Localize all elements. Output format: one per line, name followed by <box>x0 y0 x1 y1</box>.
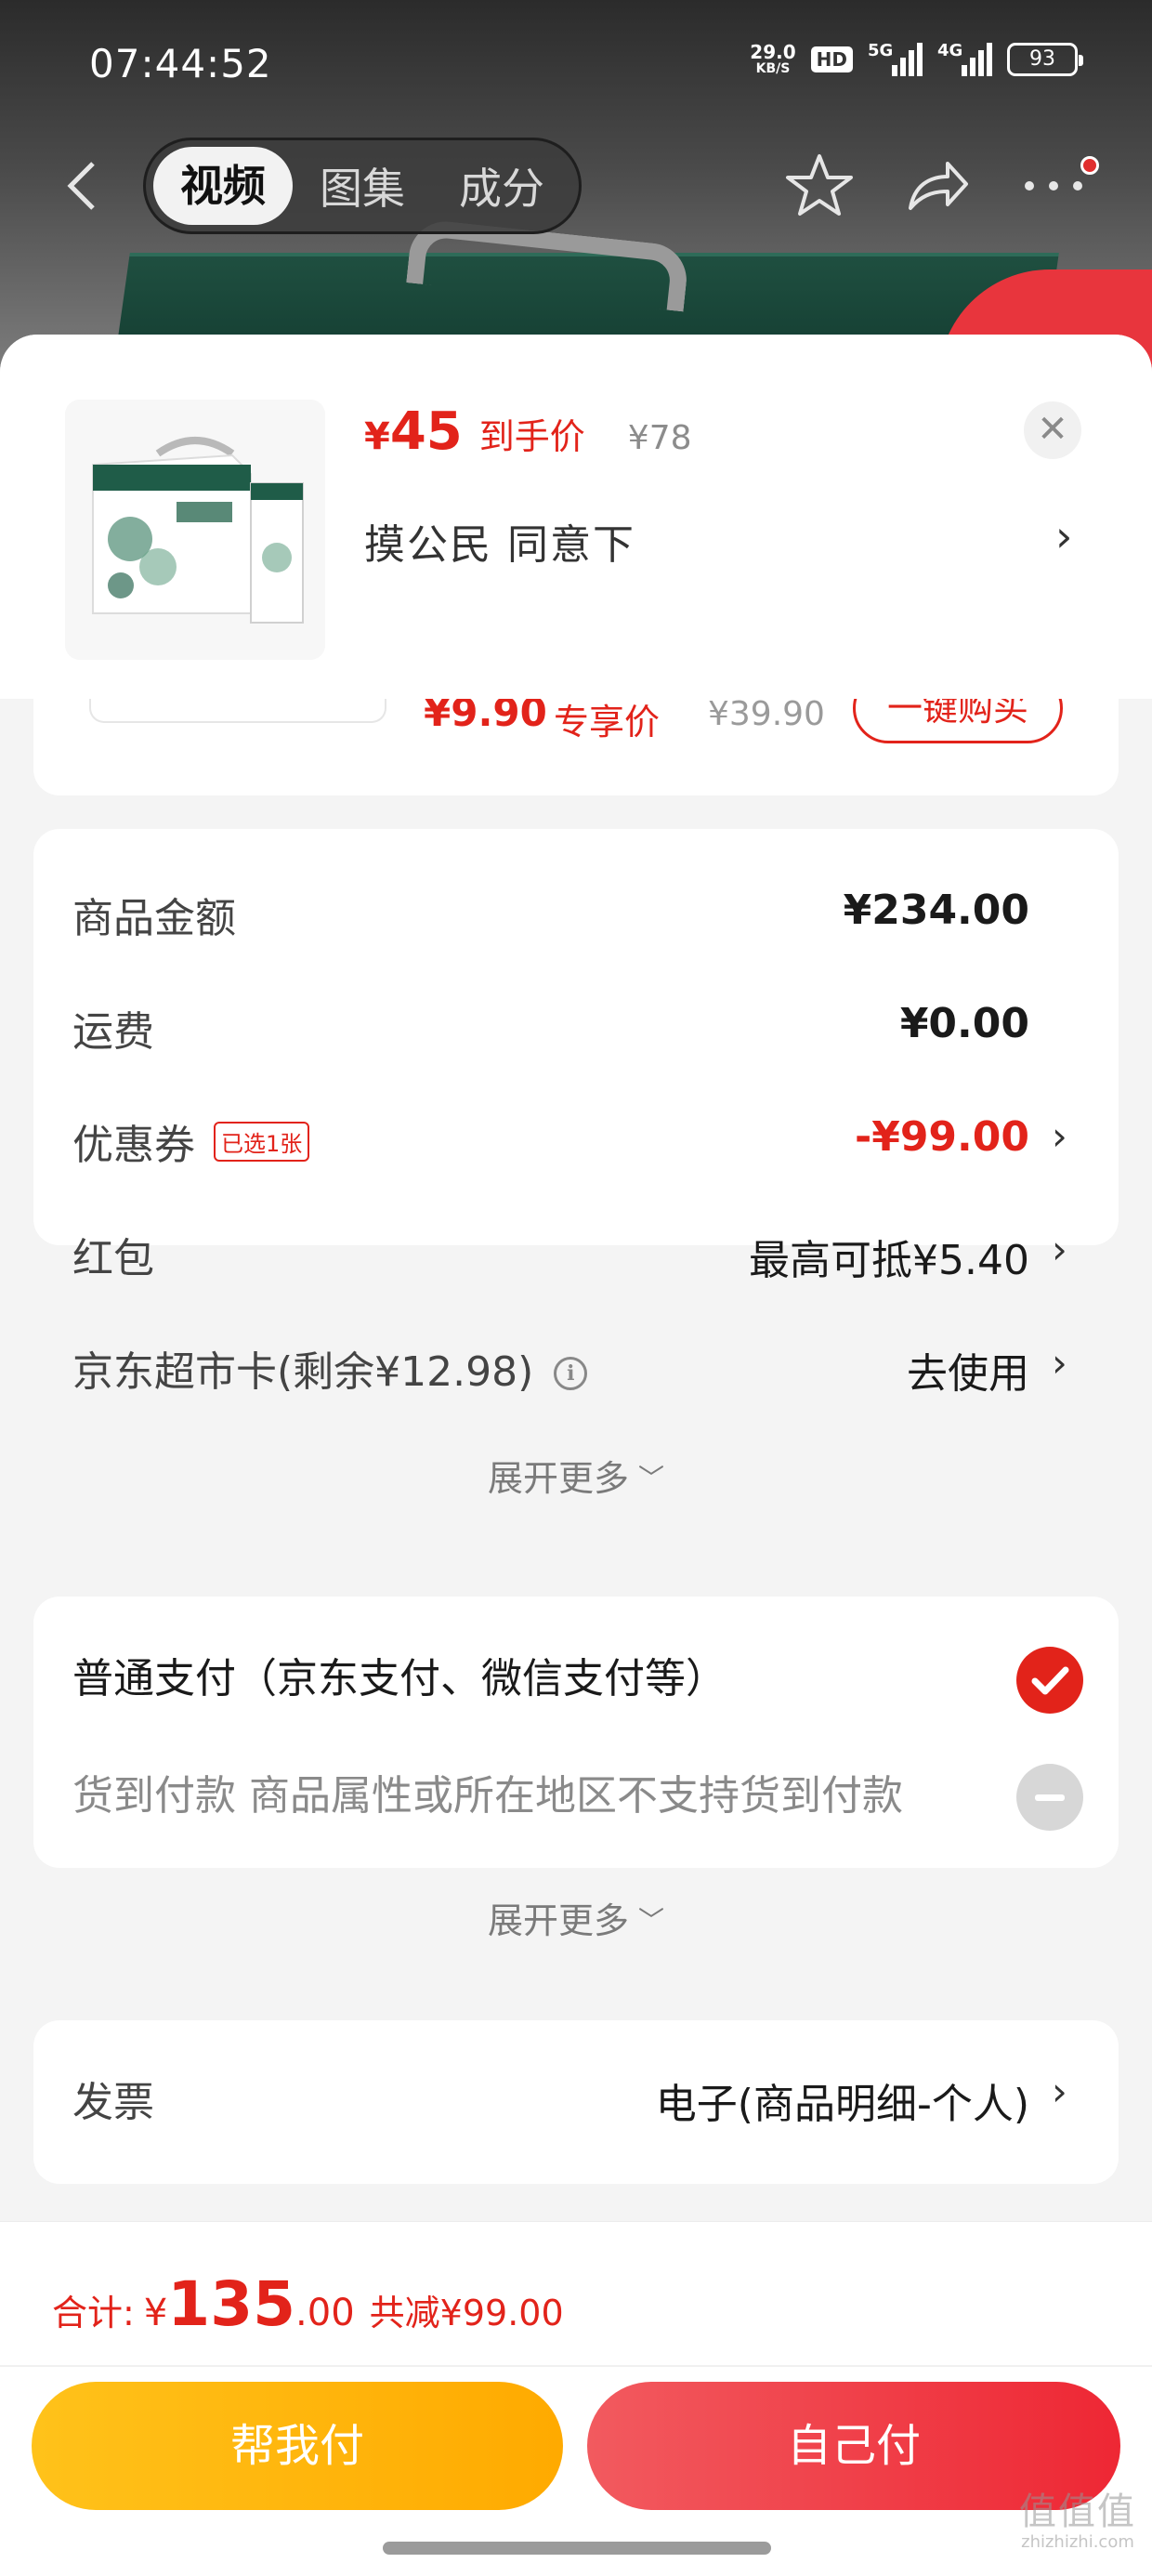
chevron-right-icon[interactable]: › <box>1052 1113 1067 1159</box>
fee-expand-more[interactable]: 展开更多 ﹀ <box>33 1450 1119 1501</box>
tab-video[interactable]: 视频 <box>153 147 293 225</box>
total-saving: 共减¥99.00 <box>369 2293 564 2333</box>
network-speed: 29.0 KB/S <box>750 41 796 76</box>
product-thumbnail <box>65 400 325 660</box>
recommend-row: ¥9.90 专享价 ¥39.90 一键购买 <box>33 673 1119 751</box>
back-icon[interactable] <box>59 156 104 216</box>
fee-row-supermarket-card[interactable]: 京东超市卡(剩余¥12.98) i 去使用 › <box>33 1338 1119 1403</box>
total-amount: 合计: ¥ 135 .00 共减¥99.00 <box>52 2268 564 2340</box>
checkout-screen: 07:44:52 29.0 KB/S HD 5G 4G 93 视频 图集 成分 <box>0 0 1152 2576</box>
status-time: 07:44:52 <box>89 41 272 86</box>
recommend-price-tag: 专享价 <box>554 702 661 743</box>
chevron-right-icon[interactable]: › <box>1052 2069 1067 2114</box>
chevron-right-icon[interactable]: › <box>1052 1227 1067 1272</box>
invoice-value: 电子(商品明细-个人) <box>655 2081 1029 2128</box>
invoice-label: 发票 <box>72 2079 154 2126</box>
payment-expand-more[interactable]: 展开更多 ﹀ <box>33 1892 1119 1943</box>
coupon-selected-badge: 已选1张 <box>214 1122 310 1162</box>
star-icon[interactable] <box>782 149 857 223</box>
checkout-footer: 合计: ¥ 135 .00 共减¥99.00 帮我付 自己付 值值值 zhizh… <box>0 2221 1152 2576</box>
invoice-card[interactable]: 发票 电子(商品明细-个人) › <box>33 2020 1119 2184</box>
tab-ingredients[interactable]: 成分 <box>432 155 571 217</box>
fee-row-coupon[interactable]: 优惠券 已选1张 -¥99.00 › <box>33 1111 1119 1176</box>
minus-icon <box>1016 1764 1083 1831</box>
site-watermark: 值值值 zhizhizhi.com <box>1019 2491 1136 2552</box>
selected-spec[interactable]: 摸公民 同意下 <box>364 511 635 571</box>
hd-voice-badge: HD <box>810 46 853 72</box>
status-bar: 07:44:52 29.0 KB/S HD 5G 4G 93 <box>0 0 1152 130</box>
more-icon[interactable] <box>1016 149 1091 223</box>
divider <box>0 2365 1152 2367</box>
close-icon[interactable]: ✕ <box>1024 401 1081 459</box>
chevron-down-icon: ﹀ <box>638 1905 665 1936</box>
chevron-right-icon[interactable]: › <box>1052 1340 1067 1386</box>
home-indicator[interactable] <box>383 2542 771 2555</box>
share-icon[interactable] <box>899 149 974 223</box>
media-tabs: 视频 图集 成分 <box>143 138 582 234</box>
status-indicators: 29.0 KB/S HD 5G 4G 93 <box>750 41 1083 76</box>
recommend-original-price: ¥39.90 <box>708 695 825 733</box>
price-line: ¥45 到手价 ¥78 <box>364 401 692 462</box>
final-price: ¥45 <box>364 401 463 462</box>
info-icon[interactable]: i <box>554 1357 588 1390</box>
coupon-discount: -¥99.00 <box>854 1113 1029 1161</box>
notification-dot <box>1080 156 1099 175</box>
chevron-down-icon: ﹀ <box>638 1463 665 1493</box>
payment-option-cod: 货到付款 商品属性或所在地区不支持货到付款 <box>72 1772 903 1820</box>
tab-gallery[interactable]: 图集 <box>293 155 432 217</box>
signal-5g-icon: 5G <box>868 41 923 76</box>
fee-row-redpacket[interactable]: 红包 最高可抵¥5.40 › <box>33 1225 1119 1290</box>
payment-method-card: 普通支付（京东支付、微信支付等） 货到付款 商品属性或所在地区不支持货到付款 展… <box>33 1597 1119 1941</box>
fee-row-goods: 商品金额 ¥234.00 <box>72 887 1029 942</box>
payment-option-online[interactable]: 普通支付（京东支付、微信支付等） <box>72 1645 727 1704</box>
fee-summary-card: 商品金额 ¥234.00 运费 ¥0.00 优惠券 已选1张 -¥99.00 › … <box>33 829 1119 1499</box>
original-price: ¥78 <box>627 419 692 457</box>
final-price-tag: 到手价 <box>478 416 585 457</box>
battery-icon: 93 <box>1007 43 1083 76</box>
check-icon[interactable] <box>1016 1647 1083 1714</box>
fee-row-shipping: 运费 ¥0.00 <box>72 1000 1029 1056</box>
help-pay-button[interactable]: 帮我付 <box>32 2382 563 2510</box>
chevron-right-icon[interactable]: › <box>1055 511 1072 561</box>
sheet-header: ¥45 到手价 ¥78 摸公民 同意下 › ✕ <box>0 335 1152 699</box>
signal-4g-icon: 4G <box>937 41 992 76</box>
